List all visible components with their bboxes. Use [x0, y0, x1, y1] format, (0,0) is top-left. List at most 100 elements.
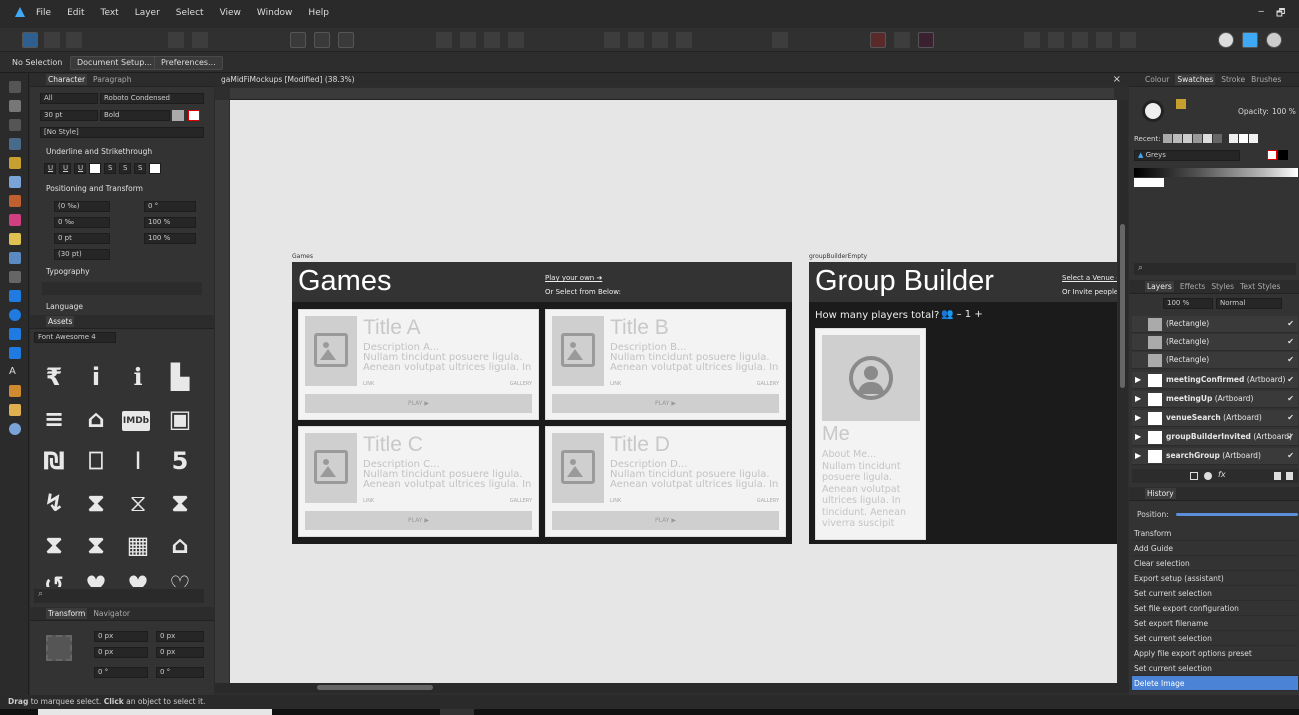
- history-item[interactable]: Export setup (assistant): [1132, 571, 1298, 586]
- expand-icon[interactable]: ▶: [1135, 432, 1141, 441]
- x-field[interactable]: 0 px: [94, 631, 148, 642]
- eyedropper-icon[interactable]: [1176, 99, 1186, 109]
- underline-button[interactable]: U: [44, 163, 56, 174]
- layer-row[interactable]: ▶ venueSearch (Artboard) ✔: [1132, 410, 1298, 427]
- html5-icon[interactable]: 5: [164, 447, 196, 475]
- select-venue-link[interactable]: Select a Venue ➔: [1062, 274, 1117, 282]
- heart-o-icon[interactable]: ♡: [164, 571, 196, 587]
- tab-transform[interactable]: Transform: [46, 608, 88, 619]
- fill-color-well[interactable]: [1142, 100, 1164, 122]
- distribute-icon[interactable]: [604, 32, 620, 48]
- menu-edit[interactable]: Edit: [67, 8, 84, 18]
- preferences-button[interactable]: Preferences...: [154, 56, 223, 70]
- card-link[interactable]: LINK: [363, 498, 374, 504]
- layer-row[interactable]: ▶ meetingConfirmed (Artboard) ✔: [1132, 372, 1298, 389]
- expand-icon[interactable]: ▶: [1135, 451, 1141, 460]
- vscale-field[interactable]: 100 %: [144, 233, 196, 244]
- snap-options-icon[interactable]: [894, 32, 910, 48]
- menu-text[interactable]: Text: [101, 8, 119, 18]
- expand-icon[interactable]: ▶: [1135, 375, 1141, 384]
- history-item-selected[interactable]: Delete Image: [1132, 676, 1298, 691]
- visibility-check-icon[interactable]: ✔: [1287, 337, 1294, 346]
- delete-layer-icon[interactable]: [1286, 472, 1293, 480]
- recent-swatch[interactable]: [1203, 134, 1212, 143]
- layer-row[interactable]: ▶ groupBuilderInvited (Artboard) ✔: [1132, 429, 1298, 446]
- visibility-check-icon[interactable]: ✔: [1287, 319, 1294, 328]
- history-item[interactable]: Set current selection: [1132, 631, 1298, 646]
- history-item[interactable]: Apply file export options preset: [1132, 646, 1298, 661]
- tab-paragraph[interactable]: Paragraph: [93, 75, 131, 84]
- play-button[interactable]: PLAY ▶: [305, 511, 532, 530]
- group-builder-artboard[interactable]: Group Builder Select a Venue ➔ Or Invite…: [809, 262, 1117, 544]
- menu-help[interactable]: Help: [308, 8, 329, 18]
- opacity-value[interactable]: 100 %: [1272, 107, 1296, 116]
- layer-row[interactable]: (Rectangle) ✔: [1132, 316, 1298, 333]
- positioning-section[interactable]: Positioning and Transform: [30, 182, 214, 195]
- underline-color-swatch[interactable]: [89, 163, 101, 174]
- history-item[interactable]: Set current selection: [1132, 586, 1298, 601]
- document-setup-button[interactable]: Document Setup...: [70, 56, 159, 70]
- recent-swatch[interactable]: [1183, 134, 1192, 143]
- magnet-icon[interactable]: [918, 32, 934, 48]
- play-button[interactable]: PLAY ▶: [305, 394, 532, 413]
- history-item[interactable]: Add Guide: [1132, 541, 1298, 556]
- history-item[interactable]: Set file export configuration: [1132, 601, 1298, 616]
- pencil-tool-icon[interactable]: [9, 157, 21, 169]
- text-style-select[interactable]: [No Style]: [40, 127, 204, 138]
- recent-swatch[interactable]: [1249, 134, 1258, 143]
- rotate-icon[interactable]: [676, 32, 692, 48]
- rectangle-tool-icon[interactable]: [9, 290, 21, 302]
- home-icon[interactable]: ⌂: [164, 531, 196, 559]
- game-card[interactable]: Title D Description D... Nullam tincidunt…: [545, 426, 786, 537]
- add-layer-icon[interactable]: [1190, 472, 1198, 480]
- align-top-icon[interactable]: [508, 32, 524, 48]
- card-link[interactable]: LINK: [363, 381, 374, 387]
- mode-icon[interactable]: [1242, 32, 1258, 48]
- restore-button[interactable]: 🗗: [1276, 6, 1285, 23]
- visibility-check-icon[interactable]: ✔: [1287, 451, 1294, 460]
- vertical-scrollbar[interactable]: [1118, 100, 1128, 683]
- leading-field[interactable]: (30 pt): [54, 249, 110, 260]
- document-tab[interactable]: gaMidFiMockups [Modified] (38.3%) ×: [215, 73, 1129, 87]
- align-center-icon[interactable]: [460, 32, 476, 48]
- layer-row[interactable]: ▶ searchGroup (Artboard) ✔: [1132, 448, 1298, 465]
- hourglass-half-icon[interactable]: ⧗: [80, 531, 112, 559]
- typography-buttons[interactable]: [42, 282, 202, 295]
- menu-window[interactable]: Window: [257, 8, 293, 18]
- visibility-check-icon[interactable]: ✔: [1287, 413, 1294, 422]
- hourglass-end-icon[interactable]: ⧗: [38, 531, 70, 559]
- inbox-icon[interactable]: ⌂: [80, 405, 112, 433]
- boolean-add-icon[interactable]: [1024, 32, 1040, 48]
- menu-view[interactable]: View: [220, 8, 241, 18]
- gradient-tool-icon[interactable]: [9, 214, 21, 226]
- visibility-check-icon[interactable]: ✔: [1287, 394, 1294, 403]
- tab-assets[interactable]: Assets: [46, 316, 75, 327]
- move-tool-icon[interactable]: [9, 81, 21, 93]
- black-swatch[interactable]: [1278, 150, 1288, 160]
- menu-layer[interactable]: Layer: [135, 8, 160, 18]
- language-section[interactable]: Language: [30, 300, 214, 313]
- card-gallery-link[interactable]: GALLERY: [757, 381, 779, 387]
- info-icon[interactable]: i: [80, 363, 112, 391]
- tab-colour[interactable]: Colour: [1145, 75, 1169, 84]
- history-position-slider[interactable]: [1176, 513, 1298, 516]
- history-item[interactable]: Set current selection: [1132, 661, 1298, 676]
- guides-icon[interactable]: [314, 32, 330, 48]
- layer-opacity-select[interactable]: 100 %: [1163, 298, 1213, 309]
- tab-layers[interactable]: Layers: [1145, 281, 1174, 292]
- member-card[interactable]: Me About Me... Nullam tincidunt posuere …: [815, 328, 926, 540]
- anchor-selector-icon[interactable]: [46, 635, 72, 661]
- snapping-icon[interactable]: [870, 32, 886, 48]
- palette-select[interactable]: ▲ Greys: [1134, 150, 1240, 161]
- crop-tool-icon[interactable]: [9, 271, 21, 283]
- taskbar-app[interactable]: [440, 709, 474, 715]
- boolean-subtract-icon[interactable]: [1048, 32, 1064, 48]
- strike-color-swatch[interactable]: [149, 163, 161, 174]
- hscale-field[interactable]: 100 %: [144, 217, 196, 228]
- industry-icon[interactable]: ▙: [164, 363, 196, 391]
- shear-field[interactable]: 0 °: [156, 667, 204, 678]
- game-card[interactable]: Title C Description C... Nullam tincidunt…: [298, 426, 539, 537]
- snap-icon[interactable]: [290, 32, 306, 48]
- vector-brush-icon[interactable]: [9, 176, 21, 188]
- place-image-icon[interactable]: [9, 252, 21, 264]
